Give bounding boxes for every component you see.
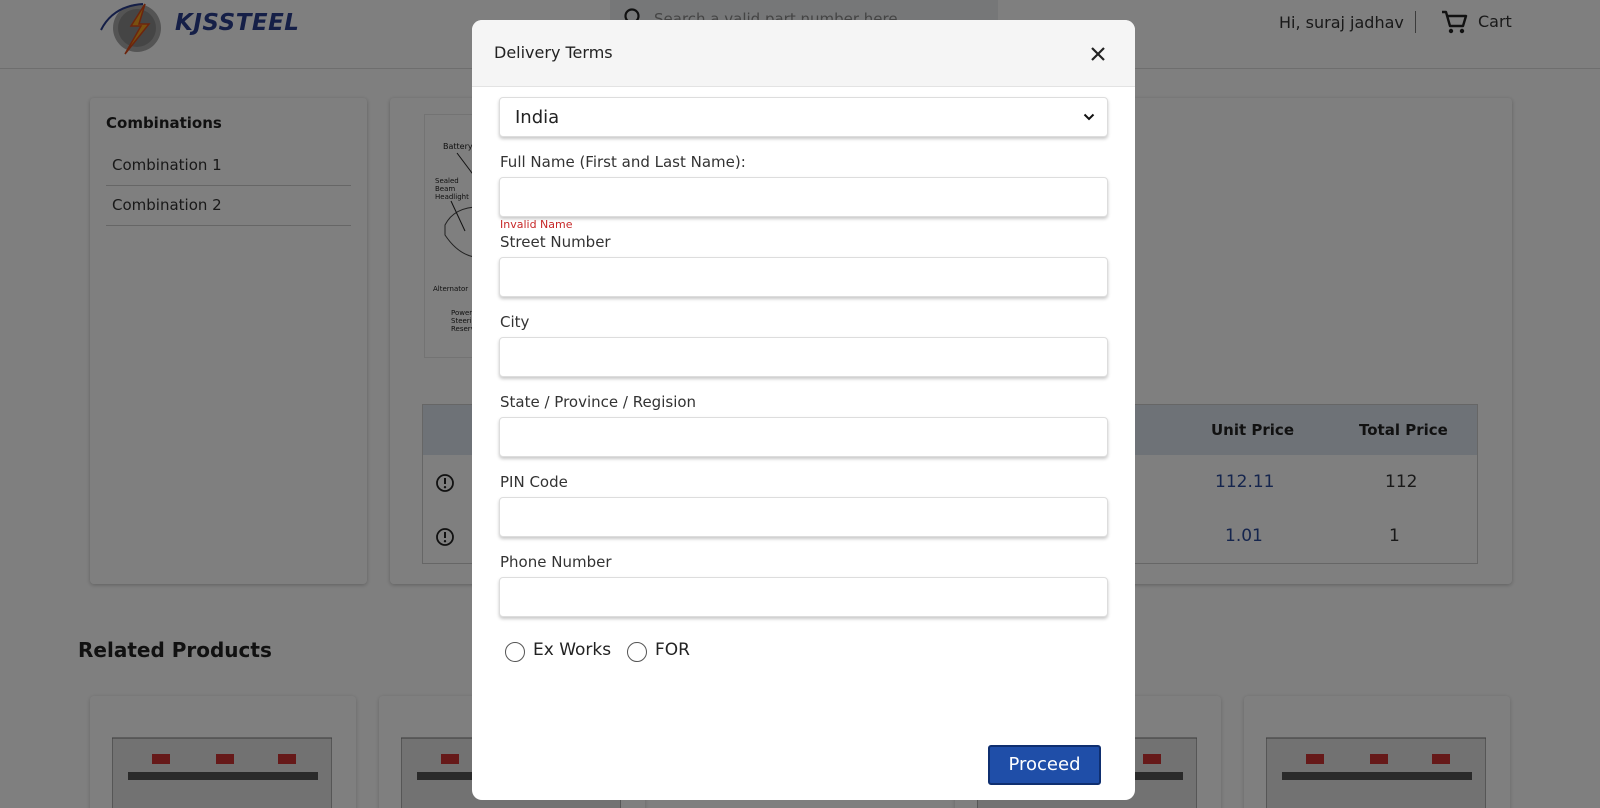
street-number-label: Street Number [500,233,611,251]
full-name-error: Invalid Name [500,218,573,231]
city-label: City [500,313,530,331]
ex-works-label[interactable]: Ex Works [533,640,611,660]
full-name-field[interactable] [499,177,1108,217]
delivery-terms-modal: Delivery Terms India Full Name (First an… [472,20,1135,800]
country-select-value: India [515,107,560,128]
state-field[interactable] [499,417,1108,457]
ex-works-option[interactable]: Ex Works [505,640,615,662]
for-option[interactable]: FOR [627,640,697,662]
ex-works-radio[interactable] [505,642,525,662]
full-name-label: Full Name (First and Last Name): [500,153,746,171]
for-radio[interactable] [627,642,647,662]
pin-code-label: PIN Code [500,473,568,491]
phone-number-label: Phone Number [500,553,612,571]
close-icon[interactable] [1086,42,1110,66]
chevron-down-icon [1083,113,1095,121]
modal-header: Delivery Terms [472,20,1135,87]
pin-code-field[interactable] [499,497,1108,537]
phone-number-field[interactable] [499,577,1108,617]
street-number-field[interactable] [499,257,1108,297]
country-select[interactable]: India [499,97,1108,137]
for-label[interactable]: FOR [655,640,690,660]
modal-title: Delivery Terms [494,43,613,62]
proceed-button[interactable]: Proceed [988,745,1101,785]
city-field[interactable] [499,337,1108,377]
state-label: State / Province / Regision [500,393,697,411]
